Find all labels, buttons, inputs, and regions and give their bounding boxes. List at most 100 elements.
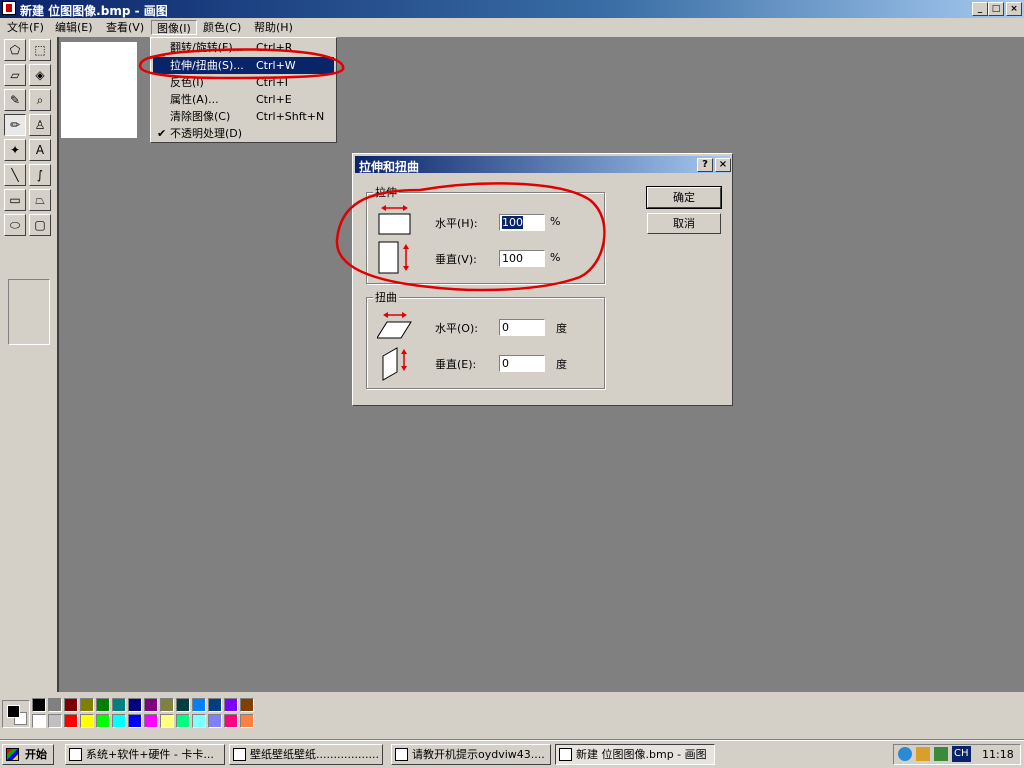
palette-swatch[interactable] (80, 714, 94, 728)
palette-swatch[interactable] (128, 698, 142, 712)
palette-swatch[interactable] (240, 698, 254, 712)
network-icon[interactable] (898, 747, 912, 761)
palette-swatch[interactable] (192, 698, 206, 712)
palette-swatch[interactable] (208, 698, 222, 712)
palette-swatch[interactable] (160, 714, 174, 728)
paint-app-icon[interactable] (2, 1, 16, 15)
skew-vertical-input[interactable]: 0 (499, 355, 545, 372)
taskbar-item[interactable]: 请教开机提示oydviw43.... (391, 744, 551, 765)
palette-swatch[interactable] (208, 714, 222, 728)
drawing-canvas[interactable] (61, 42, 137, 138)
text-icon[interactable]: A (29, 139, 51, 161)
menu-item-shortcut: Ctrl+I (256, 76, 289, 89)
skew-horizontal-value: 0 (502, 321, 509, 334)
palette-swatch[interactable] (192, 714, 206, 728)
ellipse-icon[interactable]: ⬭ (4, 214, 26, 236)
skew-horizontal-label: 水平(O): (435, 322, 478, 335)
free-select-icon[interactable]: ⬠ (4, 39, 26, 61)
clock[interactable]: 11:18 (982, 748, 1014, 761)
stretch-horizontal-unit: % (550, 215, 561, 228)
ie-window-icon (233, 748, 246, 761)
stretch-vertical-input[interactable]: 100 (499, 250, 545, 267)
palette-swatch[interactable] (96, 714, 110, 728)
rectangle-icon[interactable]: ▭ (4, 189, 26, 211)
stretch-vertical-value: 100 (502, 252, 523, 265)
skew-vertical-unit: 度 (556, 358, 567, 371)
help-button[interactable]: ? (697, 158, 713, 172)
tool-options-panel[interactable] (8, 279, 50, 345)
ime-indicator[interactable]: CH (952, 746, 971, 762)
menu-view[interactable]: 查看(V) (101, 20, 149, 35)
menu-item-label: 属性(A)... (170, 93, 219, 106)
brush-icon[interactable]: ♙ (29, 114, 51, 136)
menu-item-invert-colors[interactable]: 反色(I) Ctrl+I (153, 74, 334, 91)
taskbar-item-active[interactable]: 新建 位图图像.bmp - 画图 (555, 744, 715, 765)
rounded-rect-icon[interactable]: ▢ (29, 214, 51, 236)
palette-swatch[interactable] (128, 714, 142, 728)
palette-swatch[interactable] (160, 698, 174, 712)
palette-swatch[interactable] (48, 698, 62, 712)
palette-swatch[interactable] (112, 698, 126, 712)
close-button[interactable]: × (1006, 2, 1022, 16)
skew-horizontal-icon (377, 312, 412, 339)
menu-item-draw-opaque[interactable]: ✔ 不透明处理(D) (153, 125, 334, 142)
stretch-horizontal-input[interactable]: 100 (499, 214, 545, 231)
curve-icon[interactable]: ∫ (29, 164, 51, 186)
skew-vertical-value: 0 (502, 357, 509, 370)
magnifier-icon[interactable]: ⌕ (29, 89, 51, 111)
menu-item-attributes[interactable]: 属性(A)... Ctrl+E (153, 91, 334, 108)
start-button[interactable]: 开始 (2, 744, 54, 765)
foreground-color-swatch[interactable] (7, 705, 20, 718)
palette-swatch[interactable] (144, 698, 158, 712)
palette-swatch[interactable] (96, 698, 110, 712)
maximize-button[interactable]: □ (988, 2, 1004, 16)
skew-horizontal-input[interactable]: 0 (499, 319, 545, 336)
dialog-close-button[interactable]: × (715, 158, 731, 172)
taskbar-item[interactable]: 壁纸壁纸壁纸.................. (229, 744, 383, 765)
palette-swatch[interactable] (32, 714, 46, 728)
fill-icon[interactable]: ◈ (29, 64, 51, 86)
ok-button[interactable]: 确定 (646, 186, 722, 209)
taskbar-item[interactable]: 系统+软件+硬件 - 卡卡... (65, 744, 225, 765)
palette-swatch[interactable] (112, 714, 126, 728)
line-icon[interactable]: ╲ (4, 164, 26, 186)
palette-swatch[interactable] (48, 714, 62, 728)
menu-item-label: 不透明处理(D) (170, 127, 243, 140)
menu-help[interactable]: 帮助(H) (249, 20, 298, 35)
menu-file[interactable]: 文件(F) (2, 20, 49, 35)
tray-app-icon[interactable] (916, 747, 930, 761)
palette-swatch[interactable] (64, 714, 78, 728)
menu-item-clear-image[interactable]: 清除图像(C) Ctrl+Shft+N (153, 108, 334, 125)
menu-item-flip-rotate[interactable]: 翻转/旋转(F)... Ctrl+R (153, 39, 334, 56)
dialog-title-bar[interactable]: 拉伸和扭曲 ? × (355, 156, 731, 174)
minimize-button[interactable]: _ (972, 2, 988, 16)
menu-bar: 文件(F) 编辑(E) 查看(V) 图像(I) 颜色(C) 帮助(H) (0, 18, 1024, 37)
pencil-icon[interactable]: ✏ (4, 114, 26, 136)
menu-colors[interactable]: 颜色(C) (198, 20, 246, 35)
stretch-horizontal-icon (378, 205, 411, 235)
color-picker-icon[interactable]: ✎ (4, 89, 26, 111)
eraser-icon[interactable]: ▱ (4, 64, 26, 86)
palette-swatch[interactable] (176, 714, 190, 728)
palette-swatch[interactable] (176, 698, 190, 712)
menu-item-stretch-skew[interactable]: 拉伸/扭曲(S)... Ctrl+W (153, 57, 334, 74)
palette-swatch[interactable] (80, 698, 94, 712)
palette-swatch[interactable] (144, 714, 158, 728)
palette-swatch[interactable] (240, 714, 254, 728)
polygon-icon[interactable]: ⏢ (29, 189, 51, 211)
menu-item-label: 反色(I) (170, 76, 204, 89)
airbrush-icon[interactable]: ✦ (4, 139, 26, 161)
menu-image[interactable]: 图像(I) (151, 20, 197, 35)
palette-swatch[interactable] (224, 698, 238, 712)
windows-logo-icon (6, 748, 19, 761)
rect-select-icon[interactable]: ⬚ (29, 39, 51, 61)
palette-swatch[interactable] (64, 698, 78, 712)
palette-swatch[interactable] (224, 714, 238, 728)
cancel-button[interactable]: 取消 (647, 213, 721, 234)
palette-swatch[interactable] (32, 698, 46, 712)
title-bar[interactable]: 新建 位图图像.bmp - 画图 _ □ × (0, 0, 1024, 18)
current-colors[interactable] (2, 700, 30, 728)
toolbox: ⬠ ⬚ ▱ ◈ ✎ ⌕ ✏ ♙ ✦ A ╲ ∫ ▭ ⏢ ⬭ ▢ (0, 37, 58, 692)
tray-app-icon-2[interactable] (934, 747, 948, 761)
menu-edit[interactable]: 编辑(E) (50, 20, 98, 35)
